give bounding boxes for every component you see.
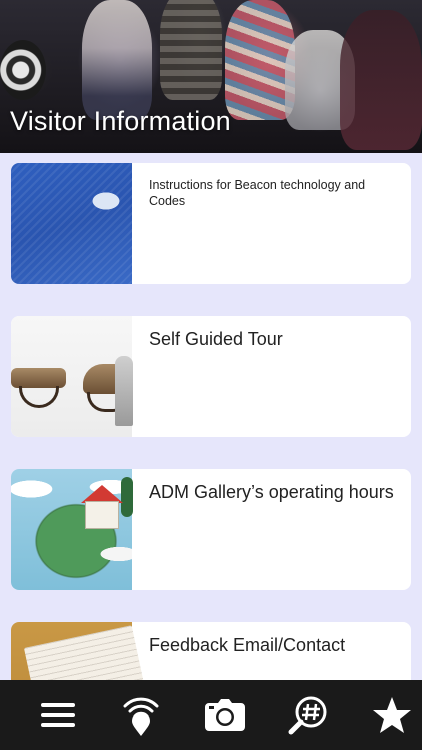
list-item-beacon-instructions[interactable]: Instructions for Beacon technology and C… [11, 163, 411, 284]
banner-photo-mannequin [340, 10, 422, 150]
beacon-cover-image [11, 163, 132, 284]
tab-menu[interactable] [28, 680, 88, 750]
menu-icon [41, 703, 75, 727]
benches-image [11, 316, 133, 437]
beacon-location-icon [123, 697, 159, 736]
banner-photo-rotary-dial [0, 40, 46, 100]
list-item-operating-hours[interactable]: ADM Gallery’s operating hours [11, 469, 411, 590]
notebook-image [11, 622, 145, 680]
list-item-label: Feedback Email/Contact [149, 635, 346, 655]
tab-camera[interactable] [195, 680, 255, 750]
list-item-label: ADM Gallery’s operating hours [149, 482, 394, 502]
bench-shape [11, 368, 66, 388]
house-island-image [11, 469, 133, 590]
camera-icon [205, 699, 245, 731]
tab-favorites[interactable] [362, 680, 422, 750]
banner-photo-mannequin [82, 0, 152, 120]
list-item-label: Instructions for Beacon technology and C… [149, 178, 366, 209]
tab-hashtag-search[interactable] [278, 680, 338, 750]
list-item-self-guided-tour[interactable]: Self Guided Tour [11, 316, 411, 437]
star-icon [373, 697, 411, 733]
page-title: Visitor Information [10, 106, 231, 136]
list-item-feedback-contact[interactable]: Feedback Email/Contact [11, 622, 411, 680]
house-shape [85, 501, 119, 529]
figure-shape [115, 356, 133, 426]
notebook-paper-shape [23, 625, 145, 680]
visitor-info-list: Instructions for Beacon technology and C… [0, 153, 422, 680]
bottom-tab-bar [0, 680, 422, 750]
banner-photo-mannequin [160, 0, 222, 100]
header-banner: Visitor Information [0, 0, 422, 153]
hashtag-search-icon [288, 696, 327, 735]
tab-beacon[interactable] [111, 680, 171, 750]
list-item-label: Self Guided Tour [149, 329, 283, 349]
bench-leg-shape [19, 386, 59, 408]
